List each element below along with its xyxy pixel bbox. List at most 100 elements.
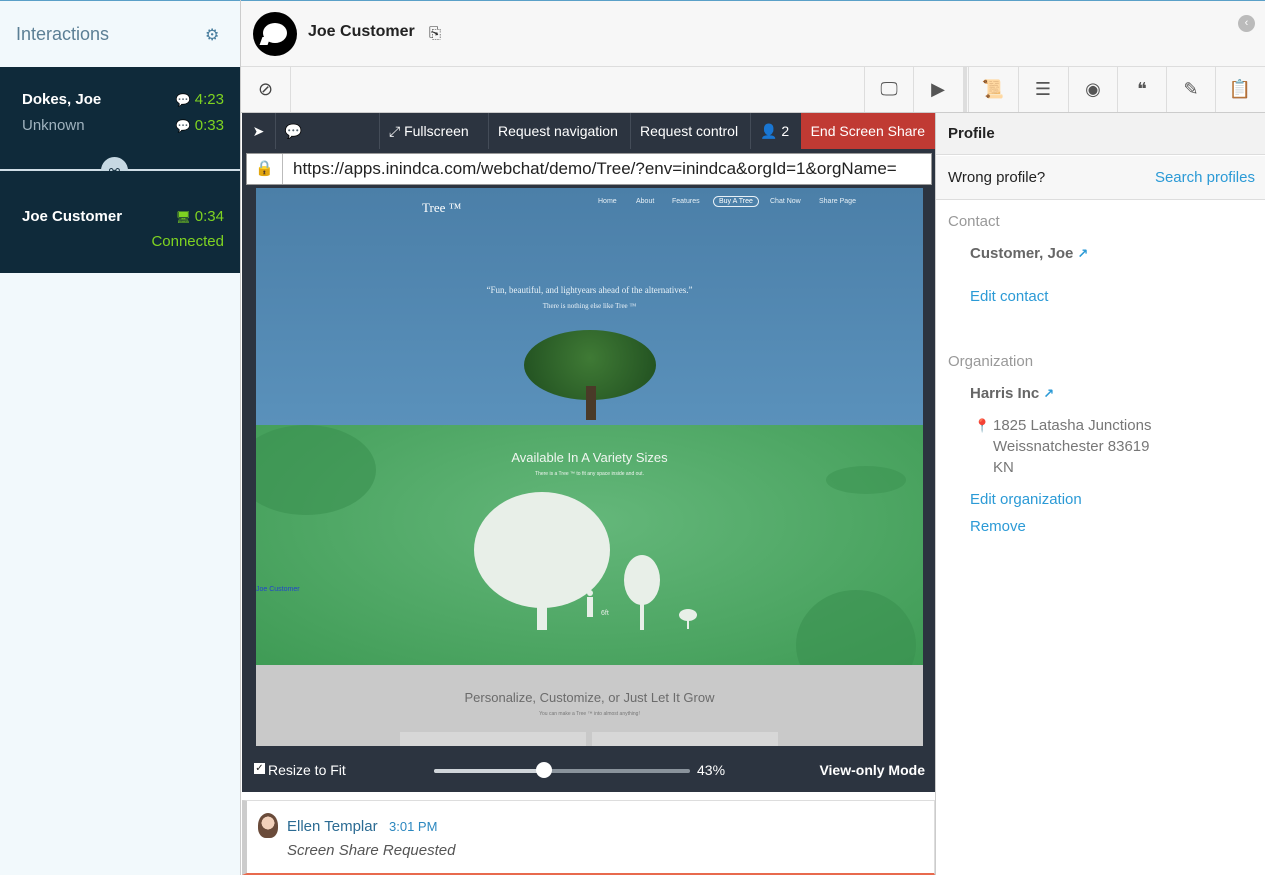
- organization-address: 1825 Latasha Junctions Weissnatchester 8…: [993, 415, 1151, 478]
- site-card: [592, 732, 778, 746]
- screenshare-panel: ➤ 💬 ⤢ Fullscreen Request navigation Requ…: [242, 113, 935, 792]
- message-time: 3:01 PM: [389, 819, 438, 834]
- remote-cursor-label: Joe Customer: [256, 586, 300, 593]
- organization-section-label: Organization: [948, 353, 1034, 370]
- edit-notes-button[interactable]: ✎: [1166, 67, 1215, 112]
- zoom-slider[interactable]: [434, 769, 690, 773]
- chat-avatar-icon: [253, 12, 297, 56]
- gear-icon[interactable]: ⚙: [205, 25, 219, 45]
- agent-avatar: [258, 813, 278, 838]
- zoom-slider-fill: [434, 769, 545, 773]
- request-navigation-button[interactable]: Request navigation: [488, 113, 627, 149]
- fullscreen-button[interactable]: ⤢ Fullscreen: [379, 113, 478, 149]
- interaction-toolbar: ⊘ 🖵 ▶ 📜 ☰ ◉ ❝ ✎ 📋: [241, 67, 1265, 113]
- sizes-title: Available In A Variety Sizes: [511, 450, 668, 465]
- chat-timer-value: 4:23: [194, 91, 224, 108]
- profile-panel: Profile Wrong profile? Search profiles C…: [935, 113, 1265, 875]
- screenshare-button[interactable]: 🖵: [864, 67, 913, 112]
- external-link-icon: ↗: [1043, 386, 1055, 401]
- participants-count[interactable]: 👤 2: [750, 113, 798, 149]
- profile-button[interactable]: ◉: [1068, 67, 1117, 112]
- fullscreen-icon: ⤢: [389, 123, 405, 139]
- collapse-icon[interactable]: ‹: [1238, 15, 1255, 32]
- resize-to-fit-label: Resize to Fit: [268, 762, 346, 778]
- address-line: Weissnatchester 83619: [993, 438, 1150, 455]
- wrong-profile-bar: Wrong profile? Search profiles: [936, 156, 1265, 200]
- site-quote: “Fun, beautiful, and lightyears ahead of…: [486, 285, 693, 295]
- chat-timer: 💬 4:23: [176, 91, 224, 108]
- edit-contact-link[interactable]: Edit contact: [970, 288, 1048, 305]
- resize-to-fit-checkbox[interactable]: ✓: [254, 763, 265, 774]
- chat-timer: 💬 0:33: [176, 117, 224, 134]
- site-sizes-section: 6ft Available In A Variety Sizes There i…: [256, 425, 923, 665]
- chat-timer-value: 0:33: [194, 117, 224, 134]
- wrapup-button[interactable]: 📋: [1215, 67, 1264, 112]
- copy-icon[interactable]: ⎘: [429, 25, 441, 42]
- screenshare-toolbar: ➤ 💬 ⤢ Fullscreen Request navigation Requ…: [242, 113, 935, 149]
- screenshare-footer: ✓ Resize to Fit 43% View-only Mode: [242, 749, 935, 792]
- profile-title: Profile: [948, 125, 995, 142]
- address-line: 1825 Latasha Junctions: [993, 417, 1152, 434]
- toolbar-separator: [963, 67, 967, 112]
- location-pin-icon: 📍: [974, 418, 991, 433]
- chat-bubble-icon: 💬: [175, 119, 191, 133]
- external-link-icon: ↗: [1077, 246, 1089, 261]
- search-profiles-link[interactable]: Search profiles: [1155, 169, 1255, 186]
- quote-button[interactable]: ❝: [1117, 67, 1166, 112]
- site-hero: Tree ™ Home About Features Buy A Tree Ch…: [256, 188, 923, 425]
- organization-name-link[interactable]: Harris Inc ↗: [970, 385, 1054, 402]
- contact-name-link[interactable]: Customer, Joe ↗: [970, 245, 1088, 262]
- remove-link[interactable]: Remove: [970, 518, 1026, 535]
- sidebar-title: Interactions: [16, 24, 110, 44]
- conversation-joe-customer[interactable]: Joe Customer 🖥 0:34 Connected: [0, 171, 240, 273]
- app-root: Interactions ⚙ Dokes, Joe Unknown 💬 4:23 …: [0, 0, 1265, 875]
- site-nav-home: Home: [598, 198, 617, 205]
- participants-count-value: 2: [781, 123, 790, 139]
- script-button[interactable]: 📜: [968, 67, 1017, 112]
- shared-url-bar: 🔒 https://apps.inindca.com/webchat/demo/…: [246, 153, 932, 185]
- customer-name: Joe Customer: [308, 23, 415, 40]
- zoom-level: 43%: [697, 762, 726, 778]
- view-mode-label: View-only Mode: [819, 762, 925, 778]
- site-nav-chat: Chat Now: [770, 198, 801, 205]
- conversation-subtitle: Unknown: [22, 117, 85, 134]
- wrong-profile-label: Wrong profile?: [948, 169, 1046, 186]
- edit-organization-link[interactable]: Edit organization: [970, 491, 1082, 508]
- site-nav-features: Features: [672, 198, 700, 205]
- site-nav-buy: Buy A Tree: [713, 196, 759, 207]
- connection-status: Connected: [151, 233, 224, 250]
- sizes-subtitle: There is a Tree ™ to fit any space insid…: [535, 471, 644, 477]
- site-nav-share: Share Page: [819, 198, 856, 205]
- end-screen-share-button[interactable]: End Screen Share: [800, 113, 935, 149]
- interaction-header: Joe Customer ⎘ ‹: [241, 0, 1265, 67]
- screenshare-timer-value: 0:34: [194, 208, 224, 225]
- visibility-toggle-icon[interactable]: ⊘: [241, 67, 291, 112]
- height-label: 6ft: [601, 610, 609, 617]
- conversation-dokes-joe[interactable]: Dokes, Joe Unknown 💬 4:23 💬 0:33: [0, 67, 240, 170]
- chat-bubble-icon: 💬: [175, 93, 191, 107]
- chat-message: Ellen Templar 3:01 PM Screen Share Reque…: [242, 800, 935, 875]
- shared-screen-view[interactable]: Tree ™ Home About Features Buy A Tree Ch…: [256, 188, 923, 746]
- site-nav-about: About: [636, 198, 655, 205]
- message-author: Ellen Templar: [287, 818, 378, 835]
- pointer-icon[interactable]: ➤: [242, 113, 275, 149]
- interactions-sidebar: Interactions ⚙ Dokes, Joe Unknown 💬 4:23 …: [0, 0, 241, 875]
- personalize-subtitle: You can make a Tree ™ into almost anythi…: [539, 711, 640, 717]
- zoom-slider-handle[interactable]: [536, 762, 553, 778]
- site-personalize-section: Personalize, Customize, or Just Let It G…: [256, 665, 923, 746]
- conversation-name: Joe Customer: [22, 208, 123, 225]
- tree-trunk: [586, 386, 596, 420]
- organization-name: Harris Inc: [970, 385, 1040, 402]
- request-control-button[interactable]: Request control: [630, 113, 747, 149]
- contact-name: Customer, Joe: [970, 245, 1074, 262]
- lock-icon: 🔒: [247, 154, 283, 184]
- screen-icon: 🖥: [175, 210, 191, 224]
- chat-icon[interactable]: 💬: [275, 113, 311, 149]
- site-logo: Tree ™: [422, 200, 462, 215]
- site-quote-sub: There is nothing else like Tree ™: [542, 302, 637, 310]
- fullscreen-label: Fullscreen: [404, 123, 469, 139]
- video-button[interactable]: ▶: [913, 67, 962, 112]
- contact-card-button[interactable]: ☰: [1018, 67, 1067, 112]
- site-card: [400, 732, 586, 746]
- contact-section-label: Contact: [948, 213, 1000, 230]
